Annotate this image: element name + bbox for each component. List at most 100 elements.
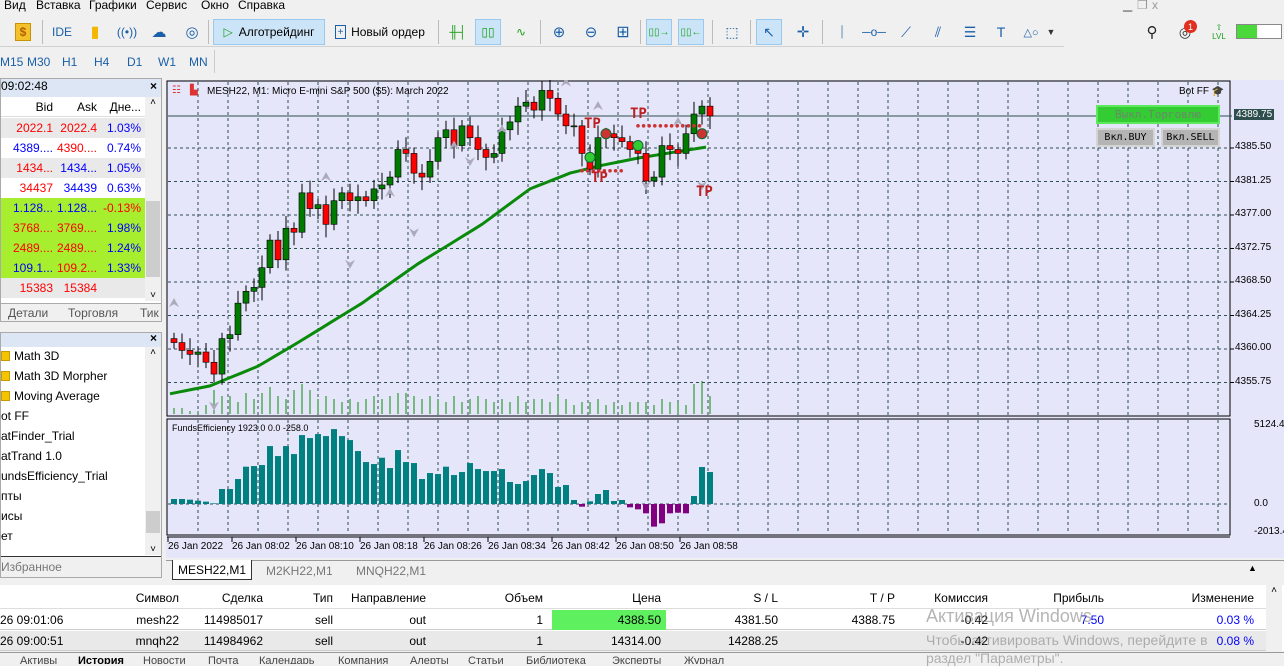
column-header[interactable]: Цена [632, 591, 661, 605]
zoom-out-icon[interactable]: ⊖ [580, 19, 602, 45]
close-window-button[interactable]: x [1152, 0, 1158, 12]
menu-insert[interactable]: Вставка [36, 0, 81, 12]
navigator-item[interactable]: undsEfficiency_Trial [1, 469, 108, 483]
account-icon[interactable]: ◎ 1 [1172, 19, 1198, 45]
column-header[interactable]: Направление [351, 591, 426, 605]
menu-charts[interactable]: Графики [89, 0, 137, 12]
column-ask[interactable]: Ask [77, 100, 97, 114]
market-watch-row[interactable]: 1.128... 1.128... -0.13% [1, 198, 145, 218]
dollar-icon[interactable]: $ [12, 19, 34, 45]
column-bid[interactable]: Bid [36, 100, 53, 114]
navigator-item[interactable]: ет [1, 529, 13, 543]
restore-button[interactable]: ❐ [1137, 0, 1148, 12]
ide-button[interactable]: IDE [48, 19, 76, 45]
market-watch-row[interactable]: 109.1... 109.2... 1.33% [1, 258, 145, 278]
scrollbar-thumb[interactable] [146, 201, 160, 277]
toolbox-tab[interactable]: Журнал [684, 655, 724, 664]
column-header[interactable]: Прибыль [1053, 591, 1104, 605]
chart-tab-m2kh22[interactable]: M2KH22,M1 [266, 564, 333, 578]
crosshair-icon[interactable]: ✛ [790, 19, 816, 45]
cursor-icon[interactable]: ↖ [756, 19, 782, 45]
tab-favorites[interactable]: Избранное [1, 556, 161, 577]
toolbox-tab[interactable]: Статьи [468, 655, 504, 664]
vps-add-icon[interactable]: ◎ [180, 19, 204, 45]
navigator-item[interactable]: исы [1, 509, 22, 523]
navigator-item[interactable]: Math 3D Morpher [1, 369, 107, 383]
screenshot-icon[interactable]: ⬚ [720, 19, 744, 45]
chart-template-icon[interactable]: ▙ [190, 85, 198, 96]
tab-details[interactable]: Детали [8, 306, 48, 320]
horizontal-line-icon[interactable]: ─o─ [862, 19, 886, 45]
history-scrollbar[interactable]: ˄ [1266, 585, 1282, 651]
shapes-icon[interactable]: △○ [1020, 19, 1042, 45]
minimize-button[interactable]: ▁ [1123, 0, 1132, 12]
tab-trading[interactable]: Торговля [68, 306, 118, 320]
tf-h4[interactable]: H4 [94, 55, 109, 69]
market-watch-row[interactable]: 2489.... 2489.... 1.24% [1, 238, 145, 258]
tf-w1[interactable]: W1 [158, 55, 176, 69]
zoom-in-icon[interactable]: ⊕ [548, 19, 570, 45]
candlestick-icon[interactable]: ▯▯ [475, 19, 501, 45]
trendline-icon[interactable]: ⟋ [894, 19, 918, 45]
market-bag-icon[interactable]: ▮ [84, 19, 106, 45]
vertical-line-icon[interactable]: ⏐ [830, 19, 854, 45]
tf-mn[interactable]: MN [189, 55, 208, 69]
column-header[interactable]: Объем [505, 591, 543, 605]
chart-shift-icon[interactable]: ▯▯← [678, 19, 704, 45]
channel-icon[interactable]: ⫽ [926, 19, 950, 45]
scrollbar-thumb[interactable] [146, 511, 160, 533]
search-icon[interactable]: ⚲ [1142, 19, 1162, 45]
autoscroll-icon[interactable]: ▯▯→ [646, 19, 672, 45]
chevron-down-icon[interactable]: ▼ [1044, 19, 1058, 45]
menu-tools[interactable]: Сервис [146, 0, 187, 12]
chart-tab-mnqh22[interactable]: MNQH22,M1 [356, 564, 426, 578]
navigator-item[interactable]: Math 3D [1, 349, 59, 363]
market-watch-row[interactable]: 2022.1 2022.4 1.03% [1, 118, 145, 138]
tf-m30[interactable]: M30 [27, 55, 50, 69]
bar-chart-icon[interactable]: ╫┤ [446, 19, 470, 45]
toolbox-tab[interactable]: Эксперты [612, 655, 661, 664]
price-chart[interactable]: ☷ ▙ MESH22, M1: Micro E-mini S&P 500 ($5… [166, 80, 1284, 558]
toolbox-tab[interactable]: Активы [20, 655, 57, 664]
grid-icon[interactable]: ⊞ [612, 19, 634, 45]
fibonacci-icon[interactable]: ☰ [956, 19, 984, 45]
signals-icon[interactable]: ((•)) [116, 19, 138, 45]
menu-help[interactable]: Справка [238, 0, 285, 12]
navigator-scrollbar[interactable]: ˄ ˅ [145, 347, 161, 555]
line-chart-icon[interactable]: ∿ [508, 19, 534, 45]
close-icon[interactable]: × [150, 331, 157, 345]
close-icon[interactable]: × [150, 79, 157, 93]
toolbox-tab[interactable]: Библиотека [526, 655, 586, 664]
toolbox-tab[interactable]: Новости [143, 655, 186, 664]
column-header[interactable]: Символ [136, 591, 179, 605]
algotrading-button[interactable]: ▷ Алготрейдинг [213, 19, 325, 45]
chart-canvas[interactable] [166, 80, 1284, 558]
toolbox-tab[interactable]: Компания [338, 655, 388, 664]
market-watch-row[interactable]: 15383 15384 [1, 278, 145, 298]
menu-window[interactable]: Окно [201, 0, 229, 12]
navigator-item[interactable]: atTrand 1.0 [1, 449, 62, 463]
chart-tab-mesh22[interactable]: MESH22,M1 [172, 560, 252, 580]
tab-ticks[interactable]: Тик [140, 306, 159, 320]
navigator-item[interactable]: atFinder_Trial [1, 429, 75, 443]
column-header[interactable]: Изменение [1192, 591, 1254, 605]
market-watch-row[interactable]: 4389.... 4390.... 0.74% [1, 138, 145, 158]
market-watch-row[interactable]: 34437 34439 0.63% [1, 178, 145, 198]
toolbox-tab[interactable]: Алерты [410, 655, 449, 664]
toolbox-tab[interactable]: История [78, 655, 124, 664]
level-icon[interactable]: ⇧ LVL [1206, 19, 1232, 45]
column-daily-change[interactable]: Дне... [110, 100, 141, 114]
market-watch-scrollbar[interactable]: ˄ ˅ [145, 97, 161, 301]
navigator-item[interactable]: Moving Average [1, 389, 100, 403]
navigator-item[interactable]: пты [1, 489, 22, 503]
tabs-dropdown-icon[interactable]: ▲ [1248, 563, 1257, 573]
text-icon[interactable]: T [990, 19, 1012, 45]
navigator-item[interactable]: ot FF [1, 409, 29, 423]
toolbox-tab[interactable]: Календарь [259, 655, 315, 664]
column-header[interactable]: S / L [753, 591, 778, 605]
tf-m15[interactable]: M15 [0, 55, 23, 69]
market-watch-row[interactable]: 3768.... 3769.... 1.98% [1, 218, 145, 238]
menu-view[interactable]: Вид [4, 0, 26, 12]
cloud-icon[interactable]: ☁ [148, 19, 170, 45]
column-header[interactable]: Тип [313, 591, 333, 605]
